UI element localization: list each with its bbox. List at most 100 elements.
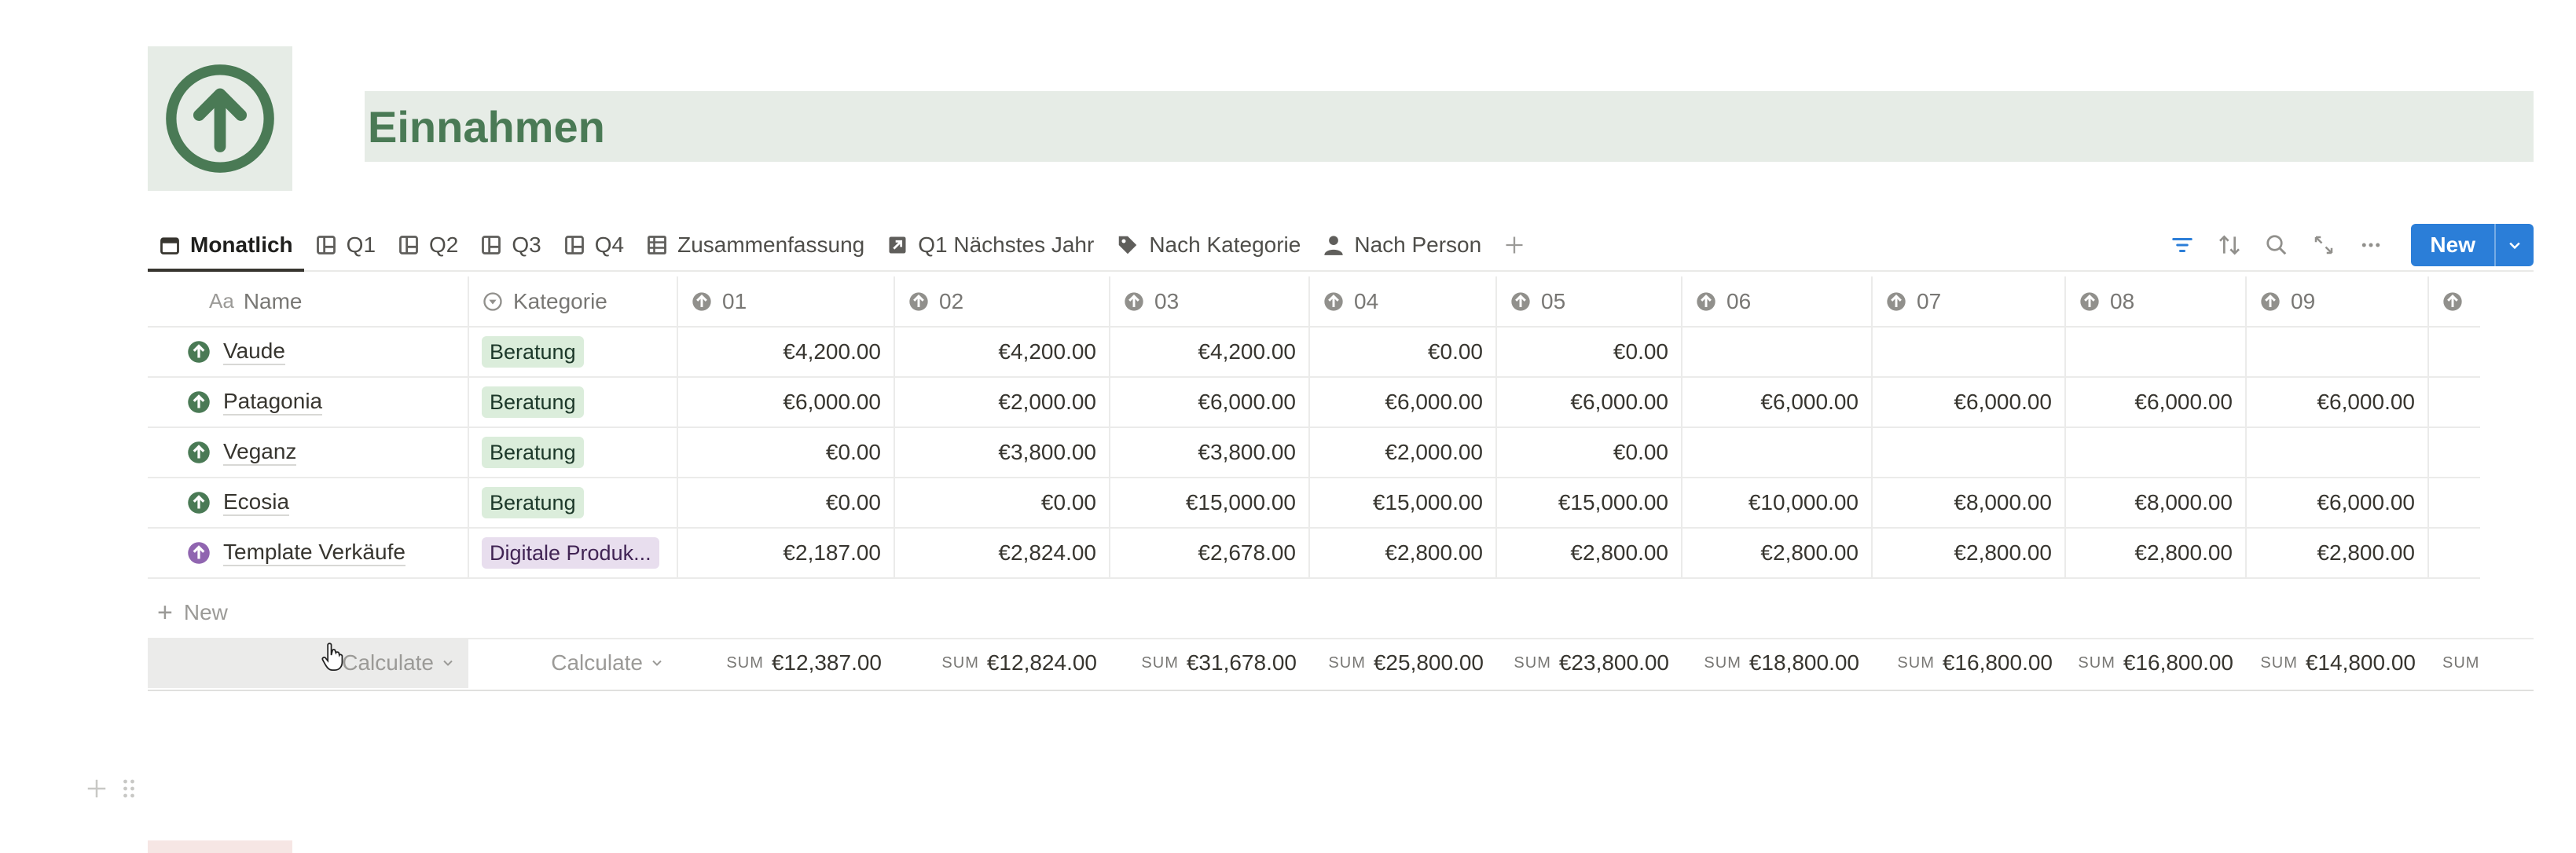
sum-cell[interactable]: SUM <box>2428 638 2499 688</box>
table-row[interactable]: Patagonia Beratung €6,000.00 €2,000.00 €… <box>148 377 2480 428</box>
row-name[interactable]: Vaude <box>223 339 285 365</box>
tab-q3[interactable]: Q3 <box>469 220 552 270</box>
value-cell[interactable] <box>1872 327 2066 378</box>
column-header-name[interactable]: Aa Name <box>148 276 469 328</box>
expand-button[interactable] <box>2309 230 2339 260</box>
value-cell[interactable]: €15,000.00 <box>1309 478 1497 529</box>
value-cell[interactable]: €2,000.00 <box>894 377 1110 428</box>
value-cell[interactable]: €2,800.00 <box>1496 528 1682 579</box>
tab-zusammenfassung[interactable]: Zusammenfassung <box>635 220 875 270</box>
title-bar[interactable]: Einnahmen <box>365 91 2534 162</box>
new-entry-button[interactable]: New <box>2411 224 2534 266</box>
tab-nach-person[interactable]: Nach Person <box>1312 220 1492 270</box>
value-cell[interactable]: €8,000.00 <box>2065 478 2247 529</box>
value-cell[interactable]: €15,000.00 <box>1496 478 1682 529</box>
sum-cell[interactable]: SUM €16,800.00 <box>1872 638 2065 688</box>
value-cell[interactable]: €6,000.00 <box>2246 377 2429 428</box>
column-header-08[interactable]: 08 <box>2065 276 2247 328</box>
value-cell[interactable]: €4,200.00 <box>1110 327 1310 378</box>
name-cell[interactable]: Patagonia <box>148 377 469 428</box>
add-block-button[interactable] <box>85 774 108 807</box>
value-cell[interactable] <box>2428 528 2480 579</box>
table-row[interactable]: Vaude Beratung €4,200.00 €4,200.00 €4,20… <box>148 327 2480 378</box>
value-cell[interactable]: €10,000.00 <box>1682 478 1873 529</box>
new-dropdown-button[interactable] <box>2494 224 2534 266</box>
value-cell[interactable]: €3,800.00 <box>894 427 1110 478</box>
tab-nach-kategorie[interactable]: Nach Kategorie <box>1105 220 1312 270</box>
value-cell[interactable]: €4,200.00 <box>677 327 895 378</box>
value-cell[interactable]: €6,000.00 <box>2065 377 2247 428</box>
page-icon[interactable] <box>148 46 292 191</box>
value-cell[interactable]: €0.00 <box>677 427 895 478</box>
value-cell[interactable]: €6,000.00 <box>677 377 895 428</box>
sum-cell[interactable]: SUM €31,678.00 <box>1110 638 1309 688</box>
tab-q1-naechstes-jahr[interactable]: Q1 Nächstes Jahr <box>875 220 1105 270</box>
value-cell[interactable]: €6,000.00 <box>1496 377 1682 428</box>
value-cell[interactable] <box>1682 327 1873 378</box>
column-header-04[interactable]: 04 <box>1309 276 1497 328</box>
column-header-09[interactable]: 09 <box>2246 276 2429 328</box>
page-title[interactable]: Einnahmen <box>365 101 605 152</box>
category-cell[interactable]: Beratung <box>468 478 678 529</box>
value-cell[interactable] <box>2428 427 2480 478</box>
row-name[interactable]: Veganz <box>223 439 297 466</box>
value-cell[interactable]: €6,000.00 <box>2246 478 2429 529</box>
sum-cell[interactable]: SUM €12,387.00 <box>677 638 894 688</box>
value-cell[interactable]: €6,000.00 <box>1872 377 2066 428</box>
calculate-name-button[interactable]: Calculate <box>148 638 468 688</box>
column-header-01[interactable]: 01 <box>677 276 895 328</box>
column-header-06[interactable]: 06 <box>1682 276 1873 328</box>
value-cell[interactable]: €2,824.00 <box>894 528 1110 579</box>
sum-cell[interactable]: SUM €23,800.00 <box>1496 638 1682 688</box>
tab-monatlich[interactable]: Monatlich <box>148 220 304 272</box>
table-row[interactable]: Veganz Beratung €0.00 €3,800.00 €3,800.0… <box>148 427 2480 478</box>
sum-cell[interactable]: SUM €18,800.00 <box>1682 638 1872 688</box>
calculate-kategorie-button[interactable]: Calculate <box>468 638 677 688</box>
value-cell[interactable]: €0.00 <box>677 478 895 529</box>
row-name[interactable]: Ecosia <box>223 489 290 516</box>
column-header-02[interactable]: 02 <box>894 276 1110 328</box>
name-cell[interactable]: Veganz <box>148 427 469 478</box>
value-cell[interactable] <box>2428 327 2480 378</box>
name-cell[interactable]: Template Verkäufe <box>148 528 469 579</box>
column-header-05[interactable]: 05 <box>1496 276 1682 328</box>
sum-cell[interactable]: SUM €16,800.00 <box>2065 638 2246 688</box>
value-cell[interactable] <box>2065 427 2247 478</box>
category-cell[interactable]: Beratung <box>468 377 678 428</box>
table-row[interactable]: Template Verkäufe Digitale Produk... €2,… <box>148 528 2480 579</box>
value-cell[interactable]: €8,000.00 <box>1872 478 2066 529</box>
category-cell[interactable]: Beratung <box>468 427 678 478</box>
more-button[interactable] <box>2356 230 2386 260</box>
value-cell[interactable]: €2,800.00 <box>2246 528 2429 579</box>
value-cell[interactable]: €2,800.00 <box>1309 528 1497 579</box>
value-cell[interactable]: €6,000.00 <box>1309 377 1497 428</box>
value-cell[interactable] <box>2428 377 2480 428</box>
value-cell[interactable]: €2,800.00 <box>2065 528 2247 579</box>
sum-cell[interactable]: SUM €25,800.00 <box>1309 638 1496 688</box>
value-cell[interactable]: €0.00 <box>1496 427 1682 478</box>
sum-cell[interactable]: SUM €12,824.00 <box>894 638 1110 688</box>
name-cell[interactable]: Vaude <box>148 327 469 378</box>
value-cell[interactable]: €15,000.00 <box>1110 478 1310 529</box>
value-cell[interactable]: €6,000.00 <box>1110 377 1310 428</box>
column-header-07[interactable]: 07 <box>1872 276 2066 328</box>
add-row-button[interactable]: + New <box>148 588 2534 639</box>
value-cell[interactable] <box>1682 427 1873 478</box>
value-cell[interactable]: €2,678.00 <box>1110 528 1310 579</box>
column-header-10[interactable] <box>2428 276 2480 328</box>
value-cell[interactable]: €2,800.00 <box>1682 528 1873 579</box>
table-row[interactable]: Ecosia Beratung €0.00 €0.00 €15,000.00 €… <box>148 478 2480 529</box>
category-cell[interactable]: Digitale Produk... <box>468 528 678 579</box>
sort-button[interactable] <box>2215 230 2244 260</box>
drag-handle[interactable] <box>121 774 137 807</box>
value-cell[interactable] <box>2428 478 2480 529</box>
category-cell[interactable]: Beratung <box>468 327 678 378</box>
sum-cell[interactable]: SUM €14,800.00 <box>2246 638 2428 688</box>
search-button[interactable] <box>2262 230 2292 260</box>
value-cell[interactable]: €6,000.00 <box>1682 377 1873 428</box>
value-cell[interactable]: €0.00 <box>1309 327 1497 378</box>
value-cell[interactable]: €0.00 <box>1496 327 1682 378</box>
value-cell[interactable] <box>2246 327 2429 378</box>
value-cell[interactable]: €2,800.00 <box>1872 528 2066 579</box>
column-header-03[interactable]: 03 <box>1110 276 1310 328</box>
